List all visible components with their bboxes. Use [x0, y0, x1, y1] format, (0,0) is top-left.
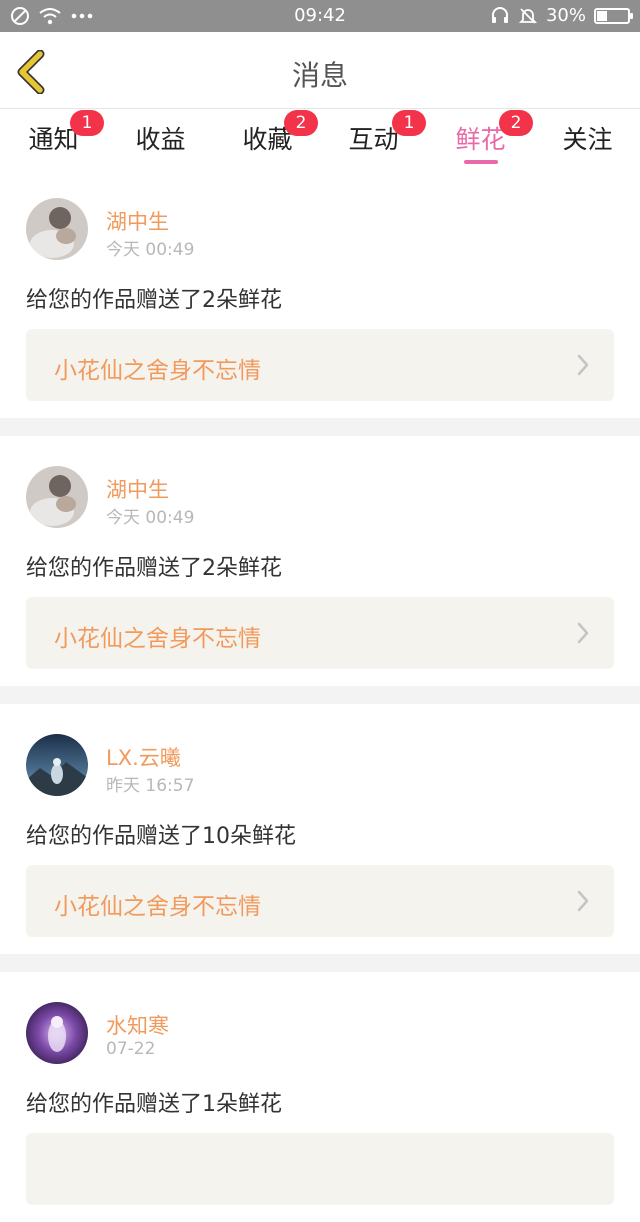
- work-title: 小花仙之舍身不忘情: [54, 894, 261, 920]
- message-time: 今天 00:49: [106, 240, 195, 260]
- status-right-icons: 30%: [490, 5, 633, 26]
- tab-label: 鲜花: [455, 125, 506, 154]
- headset-icon: [491, 6, 508, 23]
- user-name[interactable]: LX.云曦: [106, 742, 181, 772]
- tab-label: 关注: [562, 125, 613, 154]
- avatar[interactable]: [26, 198, 88, 260]
- mute-bell-icon: [518, 7, 538, 24]
- work-link[interactable]: 小花仙之舍身不忘情: [26, 597, 614, 669]
- list-item: 水知寒 07-22 给您的作品赠送了1朵鲜花: [0, 972, 640, 1222]
- work-link[interactable]: 小花仙之舍身不忘情: [26, 329, 614, 401]
- tab-label: 互动: [348, 125, 399, 154]
- battery-icon: [594, 7, 633, 24]
- tab-label: 收益: [135, 125, 186, 154]
- work-link[interactable]: 小花仙之舍身不忘情: [26, 865, 614, 937]
- work-title: 小花仙之舍身不忘情: [54, 626, 261, 652]
- chevron-right-icon: [577, 354, 589, 376]
- tab-favorites[interactable]: 收藏 2: [214, 110, 321, 156]
- tab-interactions[interactable]: 互动 1: [320, 110, 427, 156]
- user-name[interactable]: 水知寒: [106, 1010, 169, 1040]
- user-name[interactable]: 湖中生: [106, 206, 169, 236]
- user-name[interactable]: 湖中生: [106, 474, 169, 504]
- tab-flowers[interactable]: 鲜花 2: [427, 110, 534, 164]
- message-time: 07-22: [106, 1039, 156, 1059]
- tab-badge: 2: [284, 110, 318, 136]
- message-text: 给您的作品赠送了1朵鲜花: [26, 1092, 282, 1117]
- list-item: LX.云曦 昨天 16:57 给您的作品赠送了10朵鲜花 小花仙之舍身不忘情: [0, 704, 640, 954]
- message-time: 今天 00:49: [106, 508, 195, 528]
- battery-percent: 30%: [545, 5, 586, 26]
- header-bar: 消息: [0, 32, 640, 109]
- message-text: 给您的作品赠送了2朵鲜花: [26, 288, 282, 313]
- message-list: 湖中生 今天 00:49 给您的作品赠送了2朵鲜花 小花仙之舍身不忘情 湖中生 …: [0, 168, 640, 1222]
- tab-badge: 1: [70, 110, 104, 136]
- message-text: 给您的作品赠送了10朵鲜花: [26, 824, 296, 849]
- battery-fill: [597, 10, 607, 21]
- divider: [0, 686, 640, 704]
- work-title: 小花仙之舍身不忘情: [54, 358, 261, 384]
- avatar[interactable]: [26, 734, 88, 796]
- active-tab-indicator: [463, 160, 498, 164]
- avatar[interactable]: [26, 1002, 88, 1064]
- message-time: 昨天 16:57: [106, 776, 195, 796]
- tab-earnings[interactable]: 收益: [107, 120, 214, 156]
- work-link[interactable]: [26, 1133, 614, 1205]
- tab-notifications[interactable]: 通知 1: [0, 110, 107, 156]
- list-item: 湖中生 今天 00:49 给您的作品赠送了2朵鲜花 小花仙之舍身不忘情: [0, 436, 640, 686]
- list-item: 湖中生 今天 00:49 给您的作品赠送了2朵鲜花 小花仙之舍身不忘情: [0, 168, 640, 418]
- chevron-right-icon: [577, 622, 589, 644]
- tab-follows[interactable]: 关注: [534, 120, 640, 156]
- tab-bar: 通知 1 收益 收藏 2 互动 1 鲜花 2 关注: [0, 110, 640, 168]
- divider: [0, 418, 640, 436]
- tab-badge: 2: [499, 110, 533, 136]
- avatar[interactable]: [26, 466, 88, 528]
- message-text: 给您的作品赠送了2朵鲜花: [26, 556, 282, 581]
- tab-badge: 1: [392, 110, 426, 136]
- chevron-right-icon: [577, 890, 589, 912]
- divider: [0, 954, 640, 972]
- status-bar: 09:42 30%: [0, 0, 640, 32]
- page-title: 消息: [291, 59, 348, 92]
